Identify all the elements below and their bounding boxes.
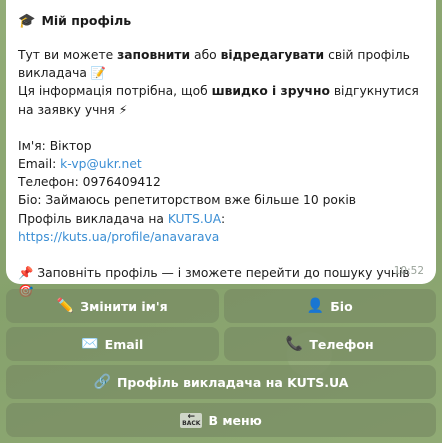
intro-bold-fast: швидко і зручно xyxy=(211,84,330,99)
message-time: 10:52 xyxy=(393,264,424,277)
kuts-profile-button[interactable]: 🔗 Профіль викладача на KUTS.UA xyxy=(6,365,436,399)
field-email: Email: k-vp@ukr.net xyxy=(18,155,424,173)
intro-bold-edit: відредагувати xyxy=(220,48,325,62)
bio-label: Біо xyxy=(330,298,353,314)
graduation-cap-icon: 🎓 xyxy=(18,12,36,29)
colon-text: : xyxy=(221,211,226,226)
bio-button[interactable]: 👤 Біо xyxy=(223,289,436,323)
back-icon-text: BACK xyxy=(182,419,201,427)
hint-text: Заповніть профіль — і зможете перейти до… xyxy=(33,266,410,281)
field-name: Ім'я: Віктор xyxy=(18,138,92,153)
kuts-link[interactable]: KUTS.UA xyxy=(168,212,221,226)
intro-text: або xyxy=(190,48,221,62)
profile-label: Профіль викладача на xyxy=(18,211,168,226)
memo-icon: 📝 xyxy=(90,66,107,81)
message-bubble: 🎓 Мій профіль Тут ви можете заповнити аб… xyxy=(6,0,436,298)
keyboard-row: ✉️ Email 📞 Телефон xyxy=(6,327,436,361)
intro-bold-fill: заповнити xyxy=(117,48,191,62)
intro-text: Тут ви можете xyxy=(18,48,118,62)
lightning-icon: ⚡ xyxy=(118,102,128,117)
profile-url-link[interactable]: https://kuts.ua/profile/anavarava xyxy=(18,230,219,244)
pencil-icon: ✏️ xyxy=(56,298,75,314)
user-icon: 👤 xyxy=(306,298,325,314)
phone-label: Телефон xyxy=(309,336,374,352)
inline-keyboard: ✏️ Змінити ім'я 👤 Біо ✉️ Email 📞 Телефон… xyxy=(6,289,436,441)
field-bio: Біо: Займаюсь репетиторством вже більше … xyxy=(18,193,357,208)
back-arrow-icon: ← BACK xyxy=(180,411,203,428)
field-profile: Профіль викладача на KUTS.UA: https://ku… xyxy=(18,210,424,246)
envelope-icon: ✉️ xyxy=(81,336,99,352)
title-text: Мій профіль xyxy=(41,12,132,28)
field-phone: Телефон: 0976409412 xyxy=(18,175,161,190)
back-to-menu-label: В меню xyxy=(208,412,262,428)
profile-fields: Ім'я: Віктор Email: k-vp@ukr.net Телефон… xyxy=(18,137,424,246)
keyboard-row: ✏️ Змінити ім'я 👤 Біо xyxy=(6,289,436,323)
change-name-label: Змінити ім'я xyxy=(80,298,168,314)
kuts-profile-label: Профіль викладача на KUTS.UA xyxy=(116,374,349,390)
change-name-button[interactable]: ✏️ Змінити ім'я xyxy=(6,289,219,323)
email-button[interactable]: ✉️ Email xyxy=(6,327,219,361)
back-to-menu-button[interactable]: ← BACK В меню xyxy=(6,403,436,437)
email-link[interactable]: k-vp@ukr.net xyxy=(60,157,142,171)
pushpin-icon: 📌 xyxy=(18,266,34,281)
message-title: 🎓 Мій профіль xyxy=(18,10,424,32)
phone-button[interactable]: 📞 Телефон xyxy=(223,327,436,361)
email-label: Email: xyxy=(18,157,61,172)
link-icon: 🔗 xyxy=(93,374,111,390)
phone-icon: 📞 xyxy=(285,336,304,352)
keyboard-row: ← BACK В меню xyxy=(6,403,436,437)
intro-text: Ця інформація потрібна, щоб xyxy=(18,84,212,99)
intro-paragraph: Тут ви можете заповнити або відредагуват… xyxy=(18,46,424,119)
email-label: Email xyxy=(104,336,144,352)
keyboard-row: 🔗 Профіль викладача на KUTS.UA xyxy=(6,365,436,399)
